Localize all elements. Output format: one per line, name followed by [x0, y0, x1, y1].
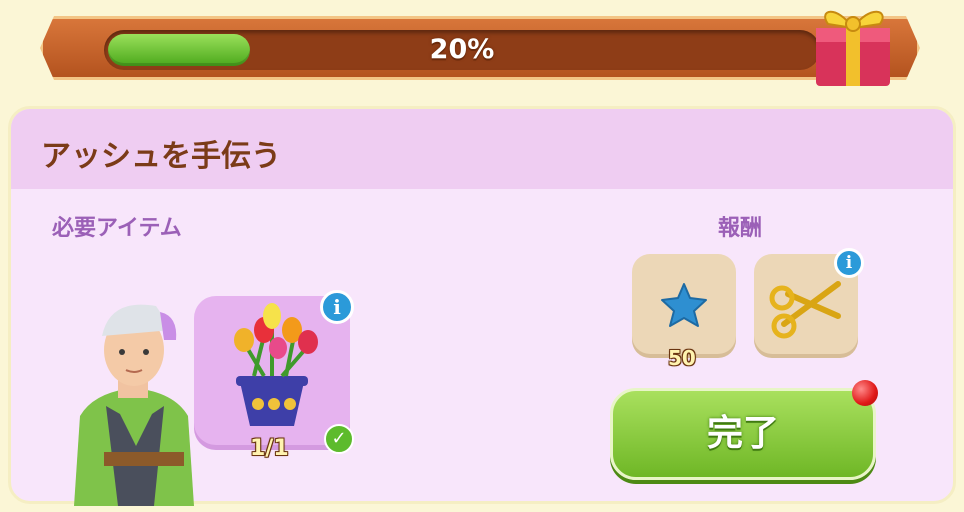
reward-star-amount: 50 [668, 346, 696, 370]
reward-info-icon[interactable]: i [834, 248, 864, 278]
reward-card-star[interactable] [632, 254, 736, 358]
complete-button[interactable]: 完了 [610, 388, 876, 480]
blue-star-icon [661, 283, 707, 327]
progress-label: 20% [429, 34, 495, 65]
character-ash-avatar [74, 304, 194, 506]
panel-title: アッシュを手伝う [41, 139, 281, 174]
reward-label: 報酬 [718, 216, 763, 241]
checkmark-icon: ✓ [324, 424, 354, 454]
required-items-label: 必要アイテム [52, 216, 182, 241]
panel-header: アッシュを手伝う [11, 109, 953, 189]
complete-button-label: 完了 [706, 413, 779, 454]
gift-icon[interactable] [806, 0, 902, 90]
notification-dot-icon [852, 380, 878, 406]
item-count: 1/1 [250, 436, 289, 461]
item-info-icon[interactable]: i [320, 290, 354, 324]
